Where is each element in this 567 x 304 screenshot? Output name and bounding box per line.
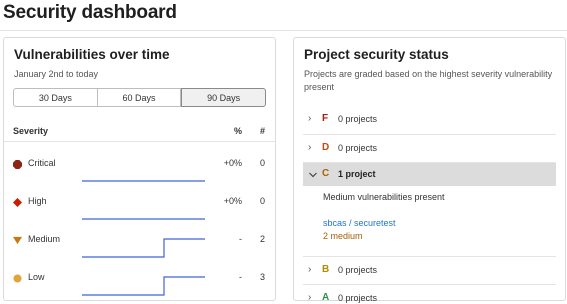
project-severity-count: 2 medium (323, 231, 363, 241)
severity-percent: - (239, 234, 242, 244)
grade-project-count: 0 projects (338, 265, 378, 275)
severity-label: Medium (28, 234, 61, 244)
grade-row-d[interactable]: › D 0 projects (303, 134, 556, 162)
high-icon (13, 198, 22, 207)
grade-row-c[interactable]: C 1 project (303, 162, 556, 186)
low-icon (13, 274, 22, 283)
header-divider (0, 30, 567, 31)
severity-percent: +0% (223, 158, 242, 168)
severity-count: 0 (259, 158, 265, 168)
medium-trend-sparkline (82, 238, 205, 258)
grade-project-count: 1 project (338, 169, 376, 179)
range-button-group: 30 Days 60 Days 90 Days (13, 88, 267, 107)
severity-row-high: High +0% 0 (4, 188, 275, 226)
grade-project-count: 0 projects (338, 114, 378, 124)
severity-row-low: Low - 3 (4, 264, 275, 302)
severity-percent: +0% (223, 196, 242, 206)
percent-column-header: % (233, 126, 242, 136)
severity-table-header: Severity % # (4, 122, 275, 142)
low-trend-sparkline (82, 276, 205, 296)
grade-letter: A (322, 292, 330, 303)
vulnerabilities-date-range: January 2nd to today (14, 69, 99, 79)
sparkline-line (82, 238, 205, 258)
project-status-description: Projects are graded based on the highest… (304, 68, 552, 94)
severity-percent: - (239, 272, 242, 282)
critical-icon (13, 160, 22, 169)
grade-project-count: 0 projects (338, 293, 378, 303)
vulnerabilities-title: Vulnerabilities over time (14, 47, 170, 62)
vulnerabilities-card: Vulnerabilities over time January 2nd to… (3, 37, 276, 301)
grade-letter: C (322, 168, 330, 179)
severity-row-critical: Critical +0% 0 (4, 150, 275, 188)
sparkline-line (82, 276, 205, 296)
project-status-card: Project security status Projects are gra… (293, 37, 566, 304)
severity-count: 0 (259, 196, 265, 206)
chevron-right-icon: › (308, 264, 312, 275)
chevron-right-icon: › (308, 292, 312, 303)
severity-label: Critical (28, 158, 56, 168)
range-90-days-button[interactable]: 90 Days (181, 88, 267, 107)
medium-icon (13, 236, 22, 245)
range-60-days-button[interactable]: 60 Days (97, 88, 182, 107)
count-column-header: # (259, 126, 265, 136)
grade-detail-message: Medium vulnerabilities present (323, 192, 445, 202)
description-line: present (304, 82, 335, 92)
grade-c-detail: Medium vulnerabilities present sbcas / s… (303, 186, 556, 256)
grade-letter: D (322, 142, 330, 153)
grade-list: › F 0 projects › D 0 projects C 1 projec… (303, 106, 556, 304)
high-trend-sparkline (82, 218, 205, 220)
severity-count: 2 (259, 234, 265, 244)
severity-label: Low (28, 272, 45, 282)
severity-label: High (28, 196, 47, 206)
chevron-down-icon (309, 172, 317, 178)
chevron-right-icon: › (308, 142, 312, 153)
project-status-title: Project security status (304, 47, 449, 62)
grade-row-a[interactable]: › A 0 projects (303, 284, 556, 304)
grade-letter: F (322, 113, 329, 124)
grade-row-b[interactable]: › B 0 projects (303, 256, 556, 284)
project-link[interactable]: sbcas / securetest (323, 218, 396, 228)
critical-trend-sparkline (82, 180, 205, 182)
grade-row-f[interactable]: › F 0 projects (303, 106, 556, 134)
page-title: Security dashboard (3, 2, 177, 23)
grade-project-count: 0 projects (338, 143, 378, 153)
range-30-days-button[interactable]: 30 Days (13, 88, 98, 107)
chevron-right-icon: › (308, 113, 312, 124)
severity-row-medium: Medium - 2 (4, 226, 275, 264)
description-line: Projects are graded based on the highest… (304, 69, 553, 79)
severity-count: 3 (259, 272, 265, 282)
grade-letter: B (322, 264, 330, 275)
severity-column-header: Severity (13, 126, 49, 136)
